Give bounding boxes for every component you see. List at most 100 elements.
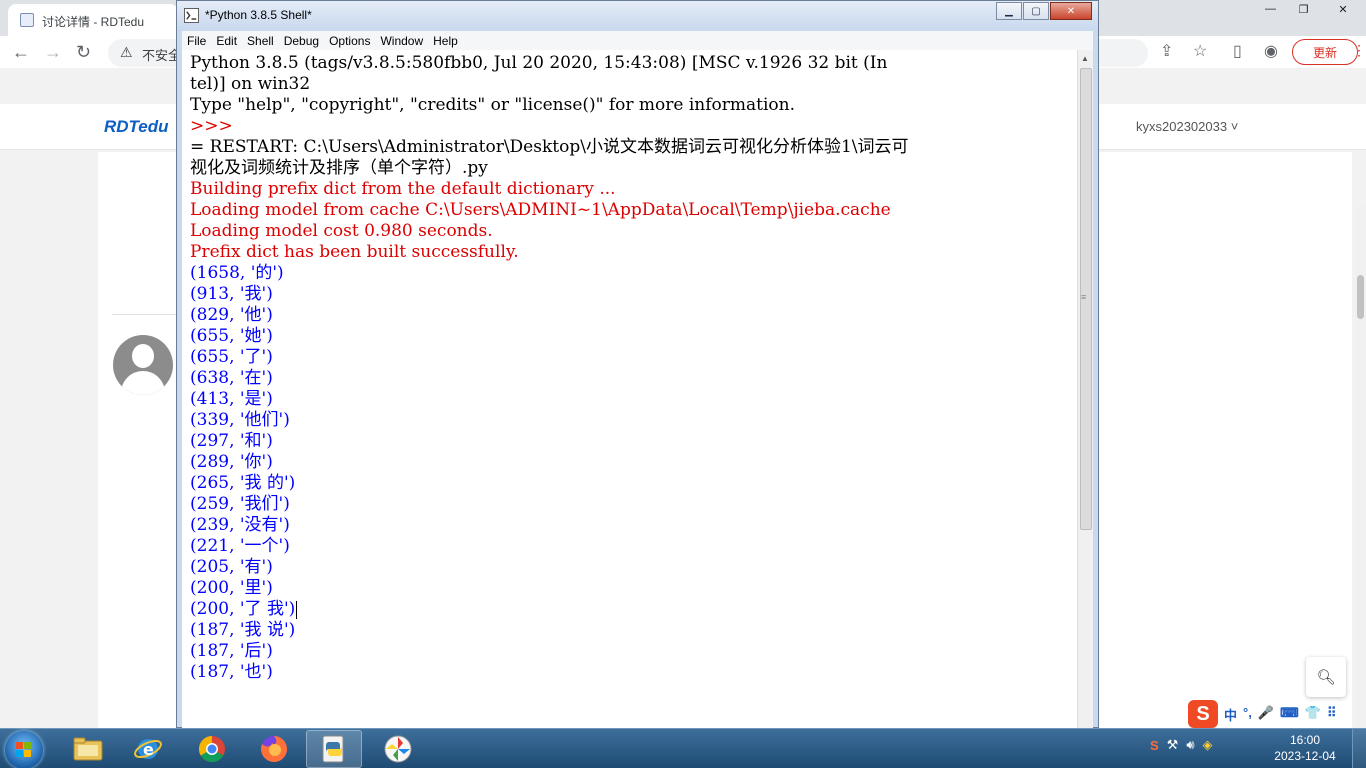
warning-icon[interactable]: ⚠ <box>120 44 133 61</box>
scroll-up-icon[interactable]: ▲ <box>1081 54 1089 63</box>
shell-line: Loading model cost 0.980 seconds. <box>190 221 493 241</box>
shell-line: (289, '你') <box>190 452 273 472</box>
clock-time: 16:00 <box>1289 733 1321 747</box>
python-app-icon <box>184 8 199 23</box>
shell-line: (339, '他们') <box>190 410 290 430</box>
shell-line: = RESTART: C:\Users\Administrator\Deskto… <box>190 137 909 157</box>
sogou-tray-icon[interactable]: S <box>1150 738 1159 753</box>
shell-line: (913, '我') <box>190 284 273 304</box>
keyboard-icon[interactable]: ⌨ <box>1280 705 1299 724</box>
browser-tab[interactable]: 讨论详情 - RDTedu <box>8 4 178 36</box>
menu-edit[interactable]: Edit <box>211 34 242 48</box>
text-cursor <box>296 600 298 619</box>
page-scrollbar[interactable] <box>1355 205 1366 728</box>
app-tray-icon[interactable]: ◈ <box>1203 737 1213 753</box>
restore-icon[interactable]: ❐ <box>1287 0 1320 18</box>
share-icon[interactable]: ⇪ <box>1160 41 1173 61</box>
chrome-icon <box>198 735 225 763</box>
update-button[interactable]: 更新 <box>1292 39 1358 65</box>
taskbar-firefox[interactable] <box>246 730 302 768</box>
scroll-grip-icon: ≡ <box>1081 292 1087 302</box>
shell-line: (655, '了') <box>190 347 273 367</box>
window-title: *Python 3.8.5 Shell* <box>205 8 312 22</box>
shell-line: (187, '我 说') <box>190 620 296 640</box>
shell-line: (200, '了 我') <box>190 599 298 619</box>
menu-help[interactable]: Help <box>428 34 463 48</box>
back-arrow-icon[interactable]: ← <box>12 42 30 62</box>
menu-file[interactable]: File <box>182 34 211 48</box>
menu-shell[interactable]: Shell <box>242 34 279 48</box>
ime-punctuation-icon[interactable]: °, <box>1243 705 1252 724</box>
shell-line: 视化及词频统计及排序（单个字符）.py <box>190 158 488 178</box>
idle-menubar: File Edit Shell Debug Options Window Hel… <box>182 31 1093 50</box>
taskbar-chrome[interactable] <box>184 730 240 768</box>
shell-line: (239, '没有') <box>190 515 290 535</box>
shell-line: tel)] on win32 <box>190 74 311 94</box>
taskbar-python[interactable] <box>306 730 362 768</box>
close-icon[interactable]: ✕ <box>1320 0 1366 18</box>
page-scrollbar-thumb[interactable] <box>1357 275 1364 319</box>
user-name: kyxs202302033 <box>1136 119 1228 134</box>
skin-shirt-icon[interactable]: 👕 <box>1305 705 1321 724</box>
menu-window[interactable]: Window <box>375 34 428 48</box>
shell-line: Loading model from cache C:\Users\ADMINI… <box>190 200 891 220</box>
shell-line: Python 3.8.5 (tags/v3.8.5:580fbb0, Jul 2… <box>190 53 888 73</box>
profile-icon[interactable]: ◉ <box>1264 41 1278 61</box>
user-menu[interactable]: kyxs202302033 ˅ <box>1136 119 1238 134</box>
menu-debug[interactable]: Debug <box>279 34 324 48</box>
clock-date: 2023-12-04 <box>1274 749 1336 763</box>
shell-line: Building prefix dict from the default di… <box>190 179 616 199</box>
shell-line: (413, '是') <box>190 389 273 409</box>
taskbar-ie[interactable]: e <box>120 730 176 768</box>
shell-line: (259, '我们') <box>190 494 290 514</box>
tab-title: 讨论详情 - RDTedu <box>42 15 145 29</box>
shell-line: (187, '后') <box>190 641 273 661</box>
update-label: 更新 <box>1312 45 1337 60</box>
site-logo[interactable]: RDTedu <box>104 117 169 137</box>
shell-lines[interactable]: Python 3.8.5 (tags/v3.8.5:580fbb0, Jul 2… <box>190 53 908 683</box>
shell-line: (205, '有') <box>190 557 273 577</box>
firefox-icon <box>261 736 287 762</box>
shell-scrollbar[interactable]: ▲ ≡ <box>1077 50 1093 729</box>
search-icon[interactable]: 🔍︎ <box>1306 657 1346 697</box>
idle-shell-window: *Python 3.8.5 Shell* ▁ ▢ ✕ File Edit She… <box>176 0 1099 729</box>
clock[interactable]: 16:00 2023-12-04 <box>1270 732 1340 764</box>
shell-output[interactable]: Python 3.8.5 (tags/v3.8.5:580fbb0, Jul 2… <box>182 50 1077 729</box>
idle-titlebar[interactable]: *Python 3.8.5 Shell* ▁ ▢ ✕ <box>177 1 1098 30</box>
bookmark-star-icon[interactable]: ☆ <box>1193 41 1207 61</box>
shell-line: (829, '他') <box>190 305 273 325</box>
shell-line: (200, '里') <box>190 578 273 598</box>
python-icon <box>322 735 344 763</box>
shell-line: Prefix dict has been built successfully. <box>190 242 519 262</box>
shell-line: (297, '和') <box>190 431 273 451</box>
taskbar-explorer[interactable] <box>60 730 116 768</box>
idle-window-controls: ▁ ▢ ✕ <box>996 2 1092 20</box>
system-tray: S ⚒ 🔊︎ ◈ <box>1150 737 1213 753</box>
ie-icon: e <box>134 739 162 759</box>
shell-line: (221, '一个') <box>190 536 290 556</box>
ime-chinese-mode[interactable]: 中 <box>1224 705 1237 724</box>
shell-line: Type "help", "copyright", "credits" or "… <box>190 95 796 115</box>
maximize-icon[interactable]: ▢ <box>1023 2 1049 20</box>
close-icon[interactable]: ✕ <box>1050 2 1092 20</box>
reload-icon[interactable]: ↻ <box>76 42 91 62</box>
side-panel-icon[interactable]: ▯ <box>1233 41 1242 61</box>
pinwheel-icon <box>384 735 412 763</box>
grid-menu-icon[interactable]: ⠿ <box>1327 705 1337 724</box>
taskbar-pinwheel[interactable] <box>370 730 426 768</box>
sogou-logo[interactable]: S <box>1188 700 1218 728</box>
menu-kebab-icon[interactable]: ⋮ <box>1352 42 1366 59</box>
start-button[interactable] <box>5 731 43 768</box>
shell-line: >>> <box>190 116 239 136</box>
show-desktop-button[interactable] <box>1352 729 1366 768</box>
network-icon[interactable]: ⚒ <box>1167 737 1179 753</box>
volume-icon[interactable]: 🔊︎ <box>1186 737 1194 753</box>
microphone-icon[interactable]: 🎤 <box>1258 705 1274 724</box>
menu-options[interactable]: Options <box>324 34 375 48</box>
minimize-icon[interactable]: ▁ <box>996 2 1022 20</box>
windows-flag-icon <box>16 742 32 758</box>
ime-toolbar: S 中 °, 🎤 ⌨ 👕 ⠿ <box>1188 700 1366 728</box>
page-favicon-icon <box>20 13 34 27</box>
minimize-icon[interactable]: — <box>1254 0 1287 18</box>
forward-arrow-icon[interactable]: → <box>44 42 62 62</box>
